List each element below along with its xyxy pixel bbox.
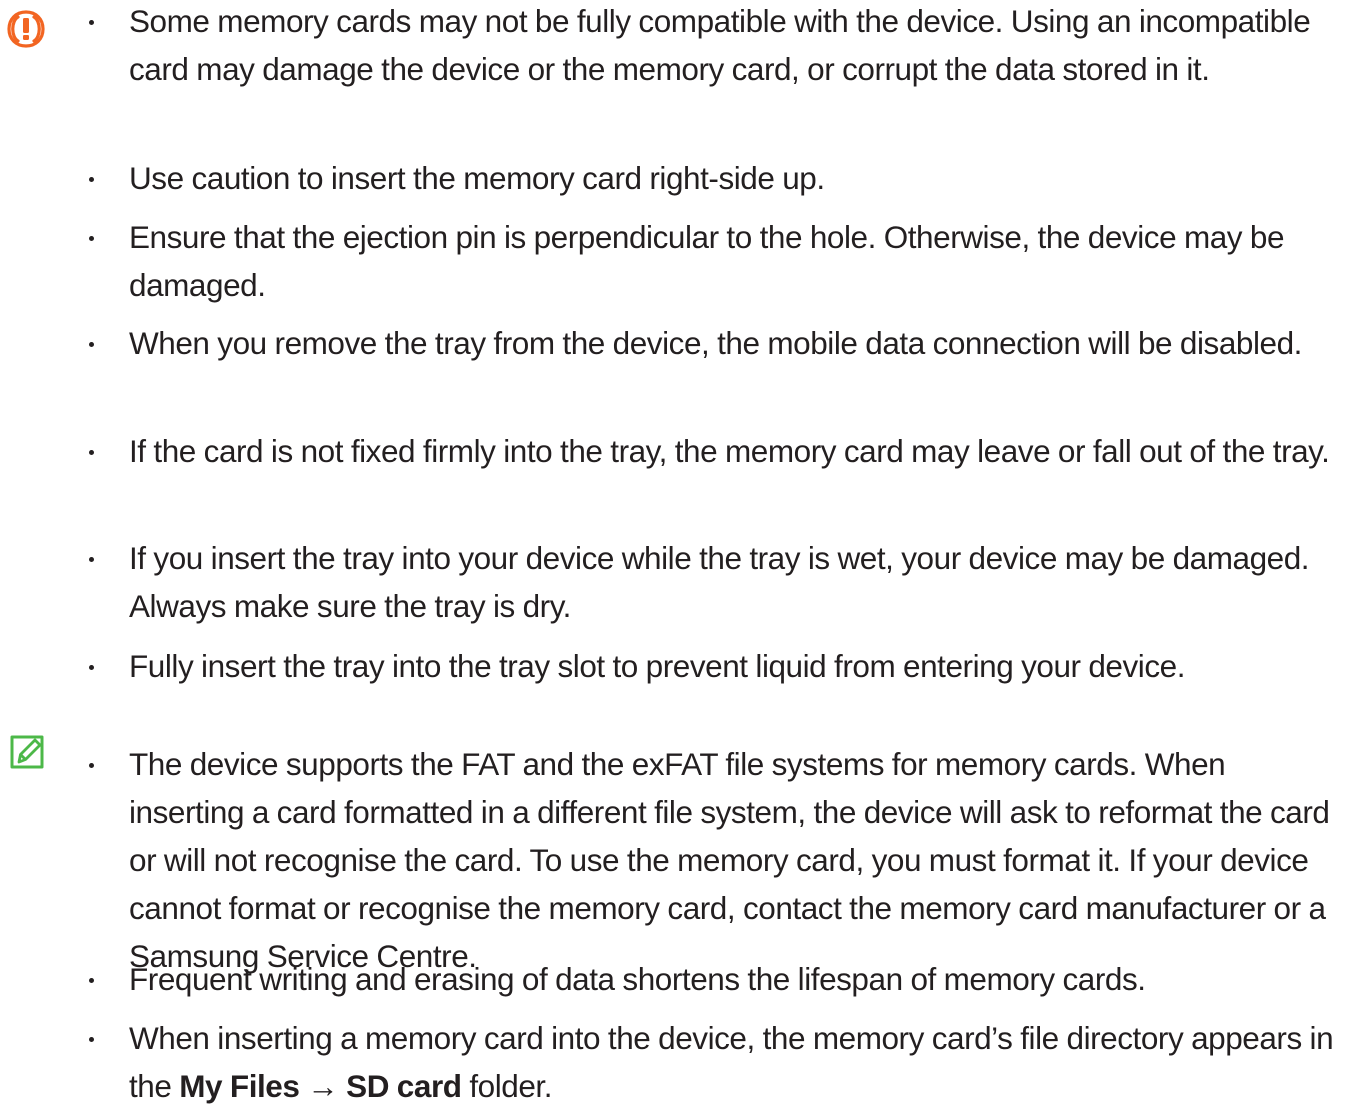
bullet-icon <box>89 665 94 670</box>
bullet-icon <box>89 978 94 983</box>
bullet-icon <box>89 763 94 768</box>
list-item-text: Use caution to insert the memory card ri… <box>129 160 825 196</box>
bullet-icon <box>89 20 94 25</box>
list-item-text: Ensure that the ejection pin is perpendi… <box>129 219 1285 303</box>
bullet-icon <box>89 1037 94 1042</box>
bullet-icon <box>89 236 94 241</box>
list-item-text: Frequent writing and erasing of data sho… <box>129 961 1146 997</box>
bullet-icon <box>89 557 94 562</box>
list-item-text: Some memory cards may not be fully compa… <box>129 3 1311 87</box>
arrow-icon: → <box>307 1068 339 1104</box>
list-item-text: If the card is not fixed firmly into the… <box>129 433 1330 469</box>
bullet-icon <box>89 342 94 347</box>
text-suffix: folder. <box>461 1068 553 1104</box>
list-item-text: When you remove the tray from the device… <box>129 325 1302 361</box>
menu-path-sd-card: SD card <box>346 1068 462 1104</box>
bullet-icon <box>89 177 94 182</box>
menu-path-my-files: My Files <box>179 1068 300 1104</box>
list-item-text: The device supports the FAT and the exFA… <box>129 746 1330 974</box>
list-item-text: Fully insert the tray into the tray slot… <box>129 648 1186 684</box>
bullet-icon <box>89 450 94 455</box>
list-item-text: When inserting a memory card into the de… <box>129 1014 1344 1110</box>
list-item-text: If you insert the tray into your device … <box>129 540 1310 624</box>
caution-icon <box>7 10 45 48</box>
note-icon <box>10 735 44 769</box>
